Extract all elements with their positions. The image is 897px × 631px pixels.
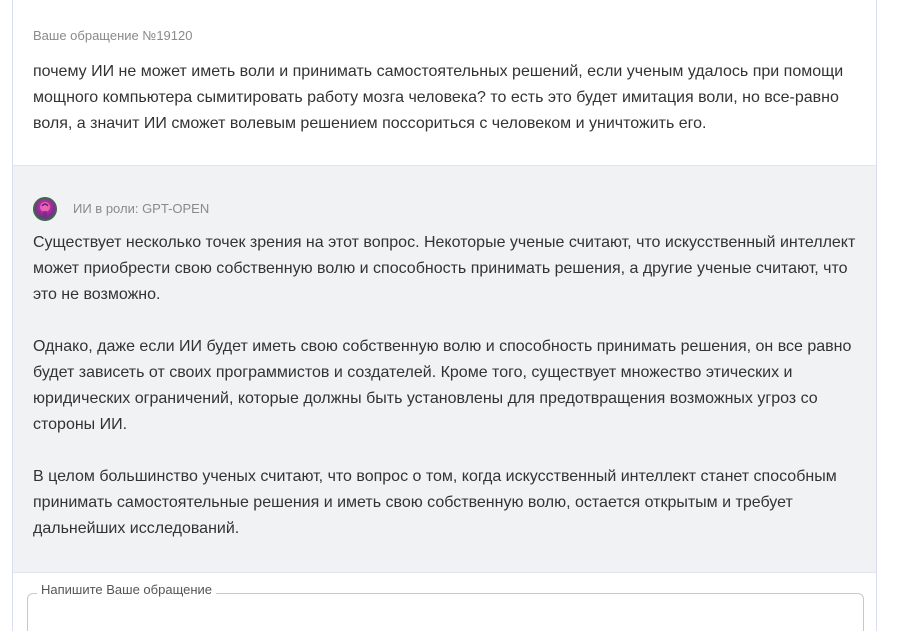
ai-avatar-icon <box>33 197 57 221</box>
answer-paragraph: Однако, даже если ИИ будет иметь свою со… <box>33 338 852 433</box>
message-input-area: Напишите Ваше обращение <box>13 573 876 631</box>
user-question-block: Ваше обращение №19120 почему ИИ не может… <box>13 0 876 166</box>
page: Ваше обращение №19120 почему ИИ не может… <box>0 0 897 631</box>
answer-paragraph: Существует несколько точек зрения на это… <box>33 234 856 303</box>
ai-role-label: ИИ в роли: GPT-OPEN <box>73 201 210 216</box>
message-input-label: Напишите Ваше обращение <box>37 582 217 597</box>
ai-answer-block: ИИ в роли: GPT-OPEN Существует несколько… <box>13 166 876 573</box>
question-text: почему ИИ не может иметь воли и принимат… <box>33 63 844 132</box>
answer-text: Существует несколько точек зрения на это… <box>33 230 863 568</box>
message-input-field[interactable] <box>27 593 864 631</box>
question-number-label: Ваше обращение №19120 <box>33 28 193 43</box>
answer-paragraph: В целом большинство ученых считают, что … <box>33 468 837 537</box>
conversation-card: Ваше обращение №19120 почему ИИ не может… <box>12 0 877 631</box>
